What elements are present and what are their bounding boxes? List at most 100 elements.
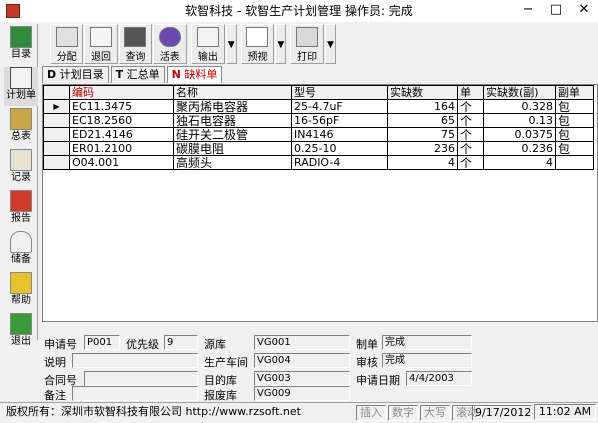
return-button[interactable]: 退回 — [84, 24, 118, 64]
target-field[interactable]: VG003 — [254, 371, 350, 386]
app-icon — [6, 4, 20, 18]
cell-code[interactable]: O04.001 — [69, 155, 174, 170]
cell-code[interactable]: EC11.3475 — [69, 99, 174, 114]
contract-field[interactable] — [84, 371, 198, 386]
priority-label: 优先级 — [126, 338, 159, 351]
table-row[interactable]: ER01.2100 碳膜电阻 0.25-10 236 个 0.236 包 — [43, 141, 594, 156]
cell-qty-secondary[interactable]: 0.236 — [483, 141, 556, 156]
query-button[interactable]: 查询 — [118, 24, 153, 64]
live-table-button[interactable]: 活表 — [153, 24, 187, 64]
tab-label: 汇总单 — [126, 68, 160, 81]
cell-code[interactable]: ED21.4146 — [69, 127, 174, 142]
tab-label: 缺料单 — [184, 68, 218, 81]
minimize-button[interactable]: − — [514, 0, 542, 22]
sidebar-item-record[interactable]: 记录 — [4, 149, 38, 188]
cell-qty[interactable]: 164 — [387, 99, 458, 114]
table-row[interactable]: ▶ EC11.3475 聚丙烯电容器 25-4.7uF 164 个 0.328 … — [43, 99, 594, 114]
table-row[interactable]: O04.001 高频头 RADIO-4 4 个 4 — [43, 155, 594, 170]
cell-unit[interactable]: 个 — [457, 155, 484, 170]
request-form: 申请号 P001 优先级 9 源库 VG001 制单 完成 说明 生产车间 VG… — [42, 323, 598, 402]
reviewer-field[interactable]: 完成 — [382, 353, 472, 368]
date-field[interactable]: 4/4/2003 — [406, 371, 472, 386]
maker-field[interactable]: 完成 — [382, 335, 472, 350]
allocate-button[interactable]: 分配 — [50, 24, 84, 64]
cell-model[interactable]: 16-56pF — [291, 113, 388, 128]
cell-qty[interactable]: 4 — [387, 155, 458, 170]
cell-unit-secondary[interactable]: 包 — [555, 127, 594, 142]
target-label: 目的库 — [204, 374, 237, 387]
sidebar-item-reserve[interactable]: 储备 — [4, 231, 38, 270]
export-dropdown-button[interactable]: ▼ — [225, 24, 237, 64]
remark-field[interactable] — [72, 386, 198, 401]
maximize-button[interactable]: □ — [542, 0, 570, 22]
print-button[interactable]: 打印 — [290, 24, 324, 64]
table-row[interactable]: EC18.2560 独石电容器 16-56pF 65 个 0.13 包 — [43, 113, 594, 128]
cell-code[interactable]: ER01.2100 — [69, 141, 174, 156]
globe-icon — [158, 27, 181, 47]
tab-shortage[interactable]: N 缺料单 — [166, 66, 223, 83]
cell-name[interactable]: 硅开关二极管 — [173, 127, 292, 142]
column-header-qty[interactable]: 实缺数 — [387, 85, 458, 100]
req-no-field[interactable]: P001 — [84, 335, 120, 350]
cell-unit[interactable]: 个 — [457, 113, 484, 128]
scrap-field[interactable]: VG009 — [254, 386, 350, 401]
cell-model[interactable]: 0.25-10 — [291, 141, 388, 156]
cell-name[interactable]: 高频头 — [173, 155, 292, 170]
cell-model[interactable]: IN4146 — [291, 127, 388, 142]
column-header-unit-secondary[interactable]: 副单 — [555, 85, 594, 100]
cell-qty[interactable]: 75 — [387, 127, 458, 142]
column-header-code[interactable]: 编码 — [69, 85, 174, 100]
column-header-name[interactable]: 名称 — [173, 85, 292, 100]
cell-qty[interactable]: 65 — [387, 113, 458, 128]
source-field[interactable]: VG001 — [254, 335, 350, 350]
cell-qty-secondary[interactable]: 0.13 — [483, 113, 556, 128]
workshop-field[interactable]: VG004 — [254, 353, 350, 368]
sidebar-item-exit[interactable]: 退出 — [4, 313, 38, 352]
cell-unit-secondary[interactable]: 包 — [555, 99, 594, 114]
cell-unit-secondary[interactable]: 包 — [555, 141, 594, 156]
sidebar-item-help[interactable]: 帮助 — [4, 272, 38, 311]
req-no-label: 申请号 — [44, 338, 77, 351]
priority-field[interactable]: 9 — [164, 335, 198, 350]
print-dropdown-button[interactable]: ▼ — [324, 24, 337, 64]
export-button[interactable]: 输出 — [191, 24, 225, 64]
column-header-qty-secondary[interactable]: 实缺数(副) — [483, 85, 556, 100]
sidebar-item-summary[interactable]: 总表 — [4, 108, 38, 147]
table-row[interactable]: ED21.4146 硅开关二极管 IN4146 75 个 0.0375 包 — [43, 127, 594, 142]
cell-qty-secondary[interactable]: 0.328 — [483, 99, 556, 114]
preview-button[interactable]: 预视 — [240, 24, 275, 64]
reviewer-label: 审核 — [356, 356, 378, 369]
chevron-down-icon: ▼ — [227, 40, 235, 50]
shortage-grid[interactable]: 编码 名称 型号 实缺数 单 实缺数(副) 副单 ▶ EC11.3475 聚丙烯… — [42, 84, 598, 322]
tab-summary[interactable]: T 汇总单 — [110, 66, 165, 83]
row-indicator — [43, 155, 70, 170]
cell-unit[interactable]: 个 — [457, 127, 484, 142]
cell-qty-secondary[interactable]: 4 — [483, 155, 556, 170]
cell-code[interactable]: EC18.2560 — [69, 113, 174, 128]
cell-name[interactable]: 聚丙烯电容器 — [173, 99, 292, 114]
maker-label: 制单 — [356, 338, 378, 351]
desc-field[interactable] — [72, 353, 198, 368]
tab-label: 计划目录 — [59, 68, 104, 81]
cell-qty[interactable]: 236 — [387, 141, 458, 156]
column-header-unit[interactable]: 单 — [457, 85, 484, 100]
cell-model[interactable]: RADIO-4 — [291, 155, 388, 170]
cell-qty-secondary[interactable]: 0.0375 — [483, 127, 556, 142]
chevron-down-icon: ▼ — [326, 40, 334, 50]
cell-name[interactable]: 碳膜电阻 — [173, 141, 292, 156]
sidebar-item-report[interactable]: 报告 — [4, 190, 38, 229]
cell-unit[interactable]: 个 — [457, 99, 484, 114]
column-header-model[interactable]: 型号 — [291, 85, 388, 100]
preview-dropdown-button[interactable]: ▼ — [275, 24, 287, 64]
cell-unit-secondary[interactable]: 包 — [555, 113, 594, 128]
bell-icon — [10, 231, 32, 253]
close-button[interactable]: ✕ — [570, 0, 598, 22]
cell-unit[interactable]: 个 — [457, 141, 484, 156]
cell-unit-secondary[interactable] — [555, 155, 594, 170]
cell-name[interactable]: 独石电容器 — [173, 113, 292, 128]
sidebar-item-catalog[interactable]: 目录 — [4, 26, 38, 65]
sidebar-item-label: 目录 — [11, 49, 31, 60]
tab-plan-catalog[interactable]: D 计划目录 — [42, 66, 109, 83]
sidebar-item-plan[interactable]: 计划单 — [4, 67, 38, 106]
cell-model[interactable]: 25-4.7uF — [291, 99, 388, 114]
